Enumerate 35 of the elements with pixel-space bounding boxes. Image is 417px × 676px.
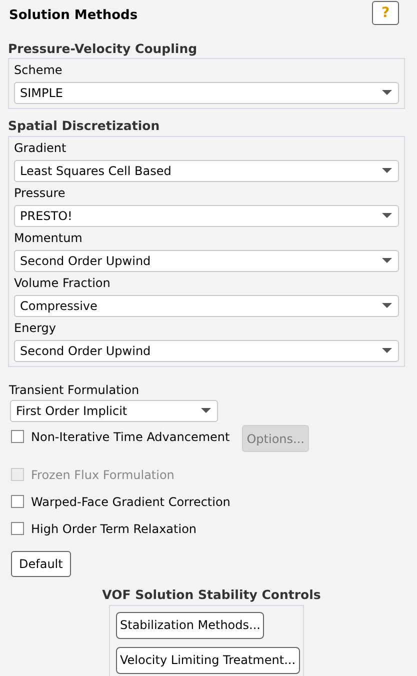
checkbox[interactable]: [11, 430, 24, 443]
field-label: Pressure: [14, 185, 66, 202]
dropdown[interactable]: Second Order Upwind: [14, 250, 399, 272]
default-button[interactable]: Default: [11, 551, 71, 577]
field-label: Transient Formulation: [8, 383, 140, 398]
dropdown[interactable]: PRESTO!: [14, 205, 399, 227]
field-label: Scheme: [14, 62, 64, 80]
checkbox-label: Warped-Face Gradient Correction: [31, 494, 230, 511]
caret-icon: [382, 348, 392, 354]
field-label: Volume Fraction: [14, 275, 112, 292]
checkbox-label: Frozen Flux Formulation: [31, 467, 174, 484]
caret-icon: [382, 168, 392, 174]
caret-icon: [382, 258, 392, 264]
panel-title: Solution Methods: [8, 7, 138, 25]
dropdown[interactable]: First Order Implicit: [10, 400, 218, 422]
dropdown[interactable]: Compressive: [14, 295, 399, 317]
caret-icon: [201, 408, 211, 414]
field-label: Gradient: [14, 140, 68, 157]
dialog-button[interactable]: Velocity Limiting Treatment...: [116, 646, 300, 674]
caret-icon: [382, 90, 392, 96]
checkbox[interactable]: [11, 522, 24, 535]
section-heading: Pressure-Velocity Coupling: [8, 40, 198, 58]
section-heading: Spatial Discretization: [8, 117, 161, 136]
checkbox[interactable]: [11, 495, 24, 508]
field-label: Momentum: [14, 230, 84, 247]
dropdown[interactable]: Least Squares Cell Based: [14, 160, 399, 182]
dropdown[interactable]: SIMPLE: [14, 82, 399, 104]
dropdown[interactable]: Second Order Upwind: [14, 340, 399, 362]
section-heading: VOF Solution Stability Controls: [101, 586, 321, 604]
checkbox-label: High Order Term Relaxation: [31, 521, 197, 538]
dialog-button[interactable]: Stabilization Methods...: [116, 612, 264, 639]
caret-icon: [382, 303, 392, 309]
checkbox-label: Non-Iterative Time Advancement: [31, 429, 230, 446]
caret-icon: [382, 213, 392, 219]
field-label: Energy: [14, 320, 58, 337]
